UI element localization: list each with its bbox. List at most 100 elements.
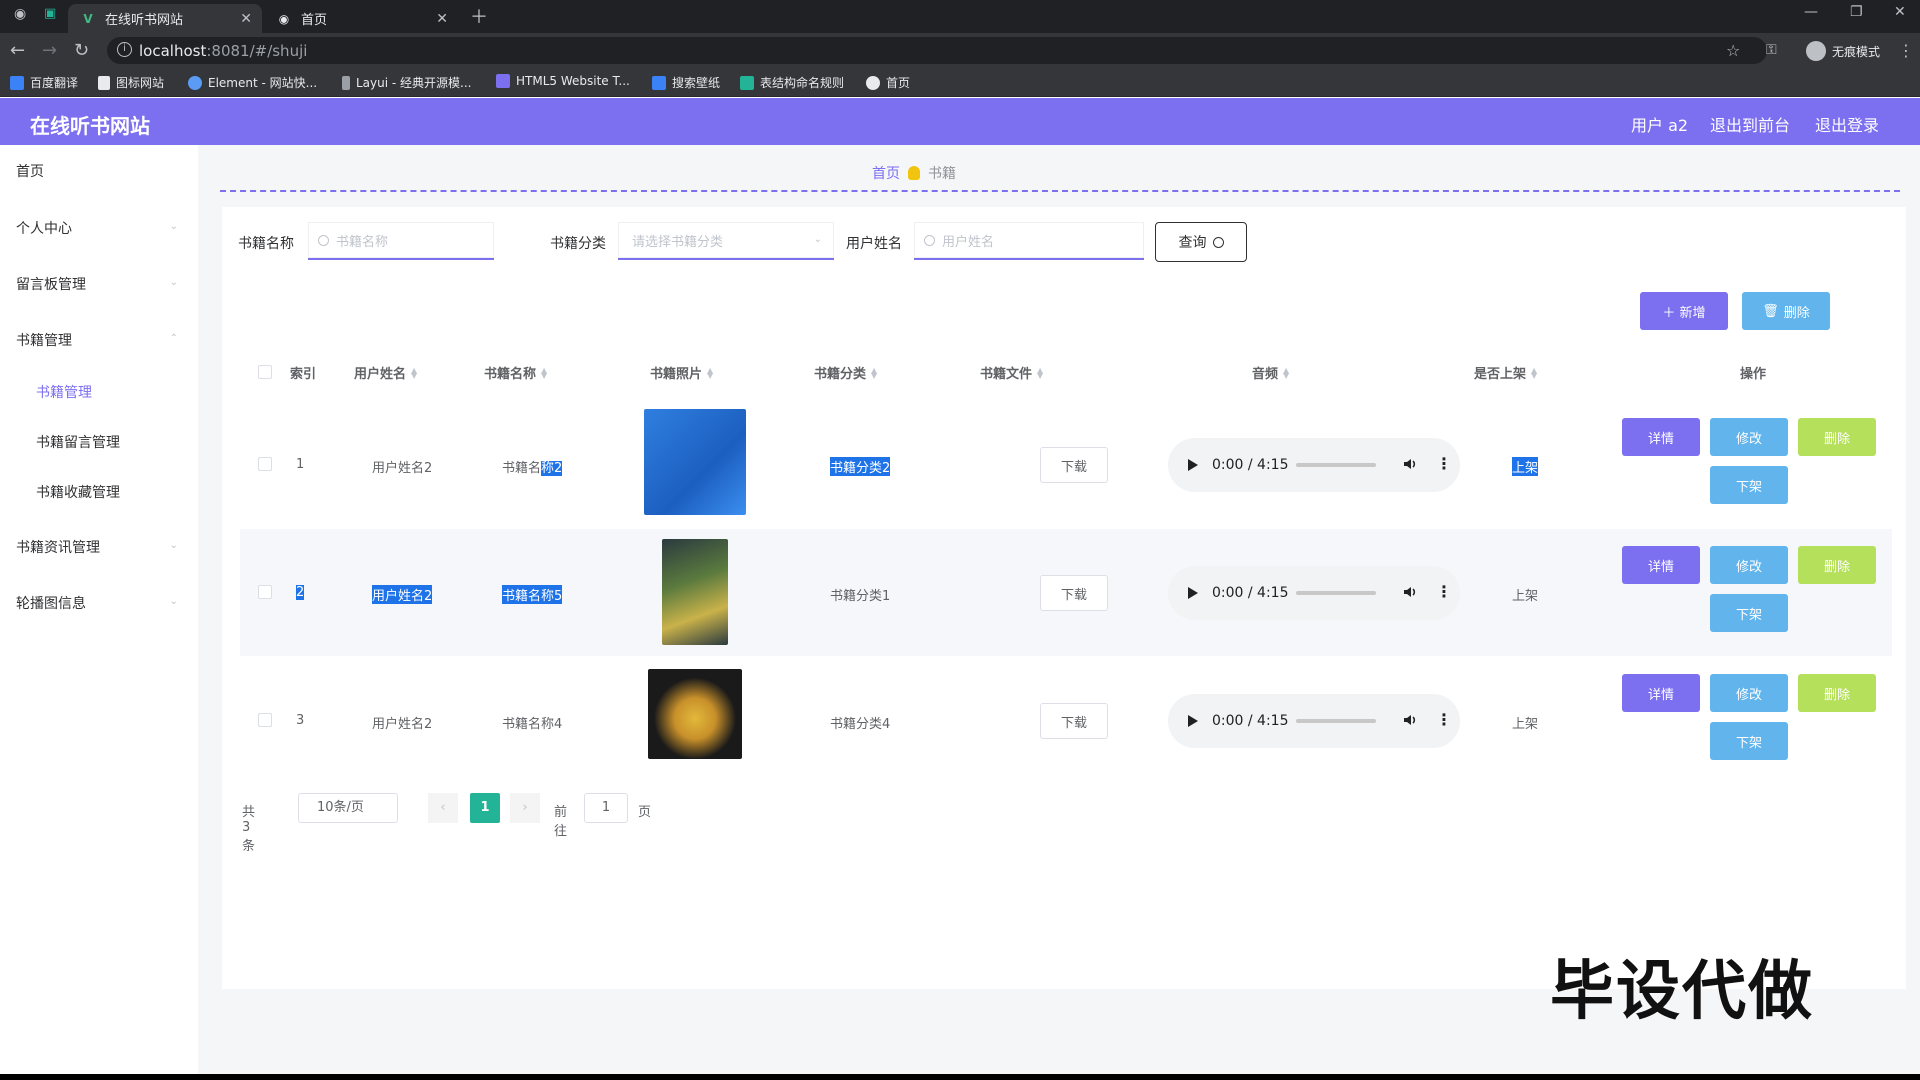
- off-shelf-button[interactable]: 下架: [1710, 466, 1788, 504]
- audio-progress[interactable]: [1296, 591, 1376, 595]
- row-checkbox[interactable]: [258, 713, 272, 727]
- download-button[interactable]: 下载: [1040, 447, 1108, 483]
- detail-button[interactable]: 详情: [1622, 418, 1700, 456]
- tab-home[interactable]: ◉ 首页 ✕: [264, 4, 458, 33]
- bookmark-8[interactable]: 首页: [866, 74, 910, 91]
- page-size-select[interactable]: 10条/页: [298, 793, 398, 823]
- sidebar-sub-book-comments[interactable]: 书籍留言管理: [36, 432, 120, 452]
- restore-icon[interactable]: ❐: [1850, 4, 1863, 20]
- th-audio[interactable]: 音频 ▲ ▼: [1252, 363, 1289, 382]
- incognito-badge[interactable]: 无痕模式: [1805, 41, 1880, 61]
- key-icon[interactable]: ⚿: [1766, 42, 1777, 58]
- page-unit: 页: [638, 805, 652, 820]
- bookmark-4[interactable]: Layui - 经典开源模...: [342, 74, 471, 91]
- audio-player[interactable]: 0:00 / 4:15 ⋮: [1168, 438, 1460, 492]
- query-button[interactable]: 查询: [1155, 222, 1247, 262]
- sidebar-item-profile[interactable]: 个人中心: [16, 218, 72, 238]
- more-icon[interactable]: ⋮: [1436, 710, 1452, 729]
- sidebar-item-carousel[interactable]: 轮播图信息: [16, 593, 86, 613]
- app-icon[interactable]: ▣: [44, 6, 56, 21]
- info-icon[interactable]: i: [117, 42, 132, 57]
- th-shelf[interactable]: 是否上架 ▲ ▼: [1474, 363, 1537, 382]
- bookmark-2[interactable]: 图标网站: [98, 74, 164, 91]
- edit-button[interactable]: 修改: [1710, 546, 1788, 584]
- delete-button[interactable]: 删除: [1798, 674, 1876, 712]
- bookmark-7[interactable]: 表结构命名规则: [740, 74, 844, 91]
- window-close-icon[interactable]: ✕: [1894, 4, 1906, 20]
- th-photo[interactable]: 书籍照片 ▲ ▼: [650, 363, 713, 382]
- forward-icon[interactable]: →: [42, 40, 57, 61]
- to-front-link[interactable]: 退出到前台: [1710, 112, 1790, 136]
- add-button[interactable]: ＋ 新增: [1640, 292, 1728, 330]
- th-book-name[interactable]: 书籍名称 ▲ ▼: [484, 363, 547, 382]
- off-shelf-button[interactable]: 下架: [1710, 722, 1788, 760]
- book-cover[interactable]: [644, 409, 746, 515]
- th-category[interactable]: 书籍分类 ▲ ▼: [814, 363, 877, 382]
- logout-link[interactable]: 退出登录: [1815, 112, 1879, 136]
- tab-active[interactable]: V 在线听书网站 ✕: [68, 4, 262, 33]
- download-button[interactable]: 下载: [1040, 703, 1108, 739]
- play-icon[interactable]: [1188, 587, 1198, 599]
- edit-button[interactable]: 修改: [1710, 674, 1788, 712]
- volume-icon[interactable]: [1402, 584, 1418, 600]
- menu-icon[interactable]: ⋮: [1898, 41, 1914, 60]
- play-icon[interactable]: [1188, 459, 1198, 471]
- row-checkbox[interactable]: [258, 457, 272, 471]
- sidebar-item-messages[interactable]: 留言板管理: [16, 274, 86, 294]
- batch-delete-button[interactable]: 🗑 删除: [1742, 292, 1830, 330]
- delete-label: 删除: [1783, 305, 1810, 321]
- chrome-icon[interactable]: ◉: [14, 6, 26, 22]
- volume-icon[interactable]: [1402, 456, 1418, 472]
- chevron-down-icon: ⌄: [169, 540, 178, 551]
- delete-button[interactable]: 删除: [1798, 546, 1876, 584]
- book-cover[interactable]: [648, 669, 742, 759]
- delete-button[interactable]: 删除: [1798, 418, 1876, 456]
- sidebar-item-news[interactable]: 书籍资讯管理: [16, 537, 100, 557]
- url-input[interactable]: i localhost:8081/#/shuji: [107, 37, 1767, 64]
- book-cover[interactable]: [662, 539, 728, 645]
- edit-button[interactable]: 修改: [1710, 418, 1788, 456]
- back-icon[interactable]: ←: [10, 40, 25, 61]
- next-page-icon[interactable]: ›: [510, 793, 540, 823]
- detail-button[interactable]: 详情: [1622, 674, 1700, 712]
- detail-button[interactable]: 详情: [1622, 546, 1700, 584]
- select-all-checkbox[interactable]: [258, 365, 272, 379]
- reload-icon[interactable]: ↻: [74, 40, 89, 61]
- sidebar-item-home[interactable]: 首页: [16, 161, 44, 181]
- url-path: :8081/#/shuji: [206, 41, 308, 60]
- row-checkbox[interactable]: [258, 585, 272, 599]
- minimize-icon[interactable]: —: [1804, 4, 1818, 20]
- user-name[interactable]: 用户 a2: [1631, 112, 1688, 136]
- download-button[interactable]: 下载: [1040, 575, 1108, 611]
- off-shelf-button[interactable]: 下架: [1710, 594, 1788, 632]
- sidebar-sub-books[interactable]: 书籍管理: [36, 382, 92, 402]
- audio-progress[interactable]: [1296, 463, 1376, 467]
- breadcrumb-home[interactable]: 首页: [872, 163, 900, 183]
- audio-player[interactable]: 0:00 / 4:15 ⋮: [1168, 566, 1460, 620]
- th-file[interactable]: 书籍文件 ▲ ▼: [980, 363, 1043, 382]
- close-icon[interactable]: ✕: [240, 11, 252, 27]
- th-user[interactable]: 用户姓名 ▲ ▼: [354, 363, 417, 382]
- sidebar-item-books[interactable]: 书籍管理: [16, 330, 72, 350]
- bookmark-3[interactable]: Element - 网站快...: [188, 74, 317, 91]
- category-select[interactable]: 请选择书籍分类 ⌄: [618, 222, 834, 260]
- more-icon[interactable]: ⋮: [1436, 454, 1452, 473]
- current-page[interactable]: 1: [470, 793, 500, 823]
- bookmark-1[interactable]: 百度翻译: [10, 74, 78, 91]
- goto-input[interactable]: 1: [584, 793, 628, 823]
- book-name-input[interactable]: 书籍名称: [308, 222, 494, 260]
- new-tab-icon[interactable]: ＋: [470, 3, 488, 29]
- audio-player[interactable]: 0:00 / 4:15 ⋮: [1168, 694, 1460, 748]
- play-icon[interactable]: [1188, 715, 1198, 727]
- bookmark-5[interactable]: HTML5 Website T...: [496, 74, 630, 88]
- prev-page-icon[interactable]: ‹: [428, 793, 458, 823]
- sort-icon: ▲ ▼: [541, 365, 548, 380]
- bookmark-6[interactable]: 搜索壁纸: [652, 74, 720, 91]
- star-icon[interactable]: ☆: [1726, 41, 1740, 60]
- user-name-input[interactable]: 用户姓名: [914, 222, 1144, 260]
- sidebar-sub-favorites[interactable]: 书籍收藏管理: [36, 482, 120, 502]
- audio-progress[interactable]: [1296, 719, 1376, 723]
- volume-icon[interactable]: [1402, 712, 1418, 728]
- more-icon[interactable]: ⋮: [1436, 582, 1452, 601]
- close-icon[interactable]: ✕: [436, 11, 448, 27]
